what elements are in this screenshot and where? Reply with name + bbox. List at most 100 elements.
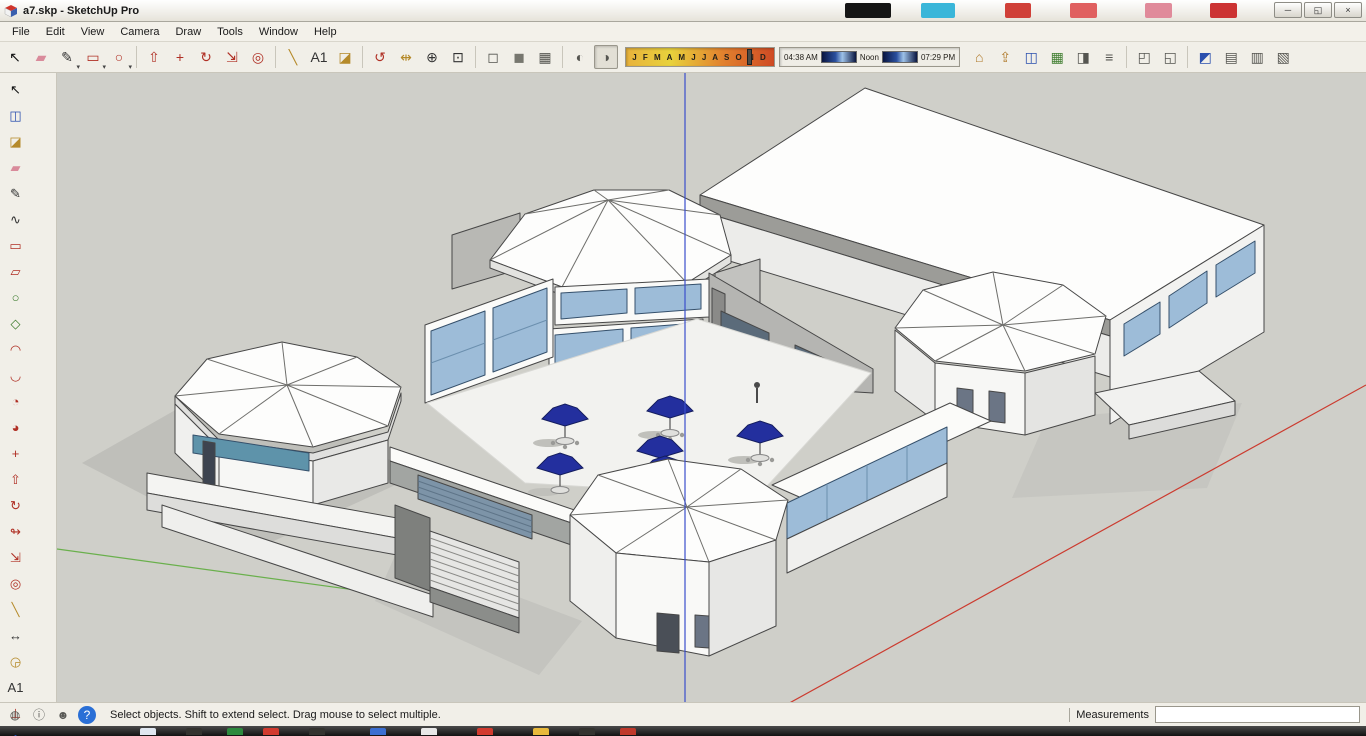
materials-browser-icon[interactable]: ▦ [1045,45,1069,69]
shadow-time-track[interactable] [820,51,857,63]
geolocation-icon[interactable]: ◍ [6,706,24,724]
dimension-tool-icon[interactable]: ↔ [3,623,28,648]
taskbar-item-icon[interactable] [309,728,325,735]
freehand-tool-icon[interactable]: ∿ [3,207,28,232]
close-button[interactable]: × [1334,2,1362,18]
dropdown-arrow-icon[interactable]: ▾ [102,63,106,71]
view-iso-icon[interactable]: ◩ [1193,45,1217,69]
menu-item-window[interactable]: Window [251,24,306,40]
menu-item-camera[interactable]: Camera [112,24,167,40]
styles-browser-icon[interactable]: ◨ [1071,45,1095,69]
zoom-extents-tool-icon[interactable]: ⊡ [446,45,470,69]
polygon-tool-icon[interactable]: ◇ [3,311,28,336]
shadow-time-slider[interactable]: 04:38 AM Noon 07:29 PM [779,47,961,67]
paint-bucket-tool-icon[interactable]: ◪ [3,129,28,154]
move-tool-icon[interactable]: + [168,45,192,69]
eraser-tool-icon[interactable]: ▰ [3,155,28,180]
taskbar-item-icon[interactable] [140,728,156,735]
protractor-tool-icon[interactable]: ◶ [3,649,28,674]
taskbar-item-icon[interactable] [620,728,636,735]
section-fill-icon[interactable]: ◱ [1158,45,1182,69]
face-style-textured-icon[interactable]: ▦ [533,45,557,69]
view-front-icon[interactable]: ▥ [1245,45,1269,69]
pie-tool-icon[interactable]: ◔ [3,389,28,414]
windows-taskbar[interactable] [0,726,1366,736]
taskbar-item-icon[interactable] [227,728,243,735]
toolbar-icons-left: ↖ ▰ ✎ ▾ ▭ ▾ ○ ▾ ⇧ + ↻ ⇲ ◎ ╲ A1 ◪ ↺ ⇹ ⊕ ⊡ ◻ ◼ ▦ ◐ ◑ [3,45,618,72]
orbit-tool-icon[interactable]: ↺ [368,45,392,69]
text-tool-icon[interactable]: A1 [307,45,331,69]
view-top-icon[interactable]: ▤ [1219,45,1243,69]
three-point-arc-tool-icon[interactable]: ◕ [3,415,28,440]
arc-tool-icon[interactable]: ◠ [3,337,28,362]
rotated-rectangle-tool-icon[interactable]: ▱ [3,259,28,284]
restore-button[interactable]: ◱ [1304,2,1332,18]
move-tool-icon[interactable]: + [3,441,28,466]
layers-panel-icon[interactable]: ≡ [1097,45,1121,69]
scale-tool-icon[interactable]: ⇲ [3,545,28,570]
model-viewport[interactable] [57,73,1366,702]
menu-item-help[interactable]: Help [306,24,345,40]
components-browser-icon[interactable]: ◫ [1019,45,1043,69]
view-side-icon[interactable]: ▧ [1271,45,1295,69]
get-models-icon[interactable]: ⌂ [967,45,991,69]
taskbar-item-icon[interactable] [579,728,595,735]
line-tool-icon[interactable]: ✎ [3,181,28,206]
face-style-wireframe-icon[interactable]: ◻ [481,45,505,69]
section-plane-icon[interactable]: ◰ [1132,45,1156,69]
menu-item-tools[interactable]: Tools [209,24,251,40]
shadow-date-slider-handle[interactable] [747,49,753,65]
tape-measure-tool-icon[interactable]: ╲ [3,597,28,622]
follow-me-tool-icon[interactable]: ↬ [3,519,28,544]
background-window-fragment [1210,3,1237,18]
menu-item-view[interactable]: View [73,24,113,40]
rotate-tool-icon[interactable]: ↻ [3,493,28,518]
pan-tool-icon[interactable]: ⇹ [394,45,418,69]
menu-item-file[interactable]: File [4,24,38,40]
taskbar-item-icon[interactable] [533,728,549,735]
circle-tool-icon[interactable]: ○ ▾ [107,45,132,71]
taskbar-item-icon[interactable] [263,728,279,735]
dropdown-arrow-icon[interactable]: ▾ [128,63,132,71]
text-tool-icon[interactable]: A1 [3,675,28,700]
shadow-time-track-2[interactable] [881,51,918,63]
rectangle-tool-icon[interactable]: ▭ ▾ [81,45,106,72]
face-style-shaded-icon[interactable]: ◼ [507,45,531,69]
shadow-toggle-icon[interactable]: ◑ [594,45,618,69]
rectangle-tool-icon[interactable]: ▭ [3,233,28,258]
building-model-back [424,87,1265,574]
dropdown-arrow-icon[interactable]: ▾ [76,63,80,71]
taskbar-item-icon[interactable] [477,728,493,735]
select-tool-icon[interactable]: ↖ [3,45,27,69]
tape-measure-tool-icon[interactable]: ╲ [281,45,305,69]
eraser-tool-icon[interactable]: ▰ [29,45,53,69]
toolbar-separator [1126,46,1128,68]
shadow-dialog-icon[interactable]: ◐ [568,45,592,69]
two-point-arc-tool-icon[interactable]: ◡ [3,363,28,388]
zoom-tool-icon[interactable]: ⊕ [420,45,444,69]
help-icon[interactable]: ? [78,705,96,724]
offset-tool-icon[interactable]: ◎ [3,571,28,596]
scale-tool-icon[interactable]: ⇲ [220,45,244,69]
signin-icon[interactable]: ☻ [54,706,72,724]
push-pull-tool-icon[interactable]: ⇧ [142,45,166,69]
taskbar-item-icon[interactable] [370,728,386,735]
measurements-input[interactable] [1155,706,1360,723]
circle-tool-icon[interactable]: ○ [3,285,28,310]
minimize-button[interactable]: ─ [1274,2,1302,18]
make-component-icon[interactable]: ◫ [3,103,28,128]
offset-tool-icon[interactable]: ◎ [246,45,270,69]
rotate-tool-icon[interactable]: ↻ [194,45,218,69]
credits-icon[interactable]: ⓘ [30,706,48,724]
menu-item-edit[interactable]: Edit [38,24,73,40]
menu-item-draw[interactable]: Draw [167,24,209,40]
3d-text-tool-icon[interactable]: A [3,727,28,736]
push-pull-tool-icon[interactable]: ⇧ [3,467,28,492]
line-tool-icon[interactable]: ✎ ▾ [55,45,80,72]
taskbar-item-icon[interactable] [186,728,202,735]
share-model-icon[interactable]: ⇪ [993,45,1017,69]
taskbar-item-icon[interactable] [421,728,437,735]
paint-bucket-tool-icon[interactable]: ◪ [333,45,357,69]
select-tool-icon[interactable]: ↖ [3,77,28,102]
shadow-date-slider[interactable]: J F M A M J J A S O N D [625,47,775,67]
